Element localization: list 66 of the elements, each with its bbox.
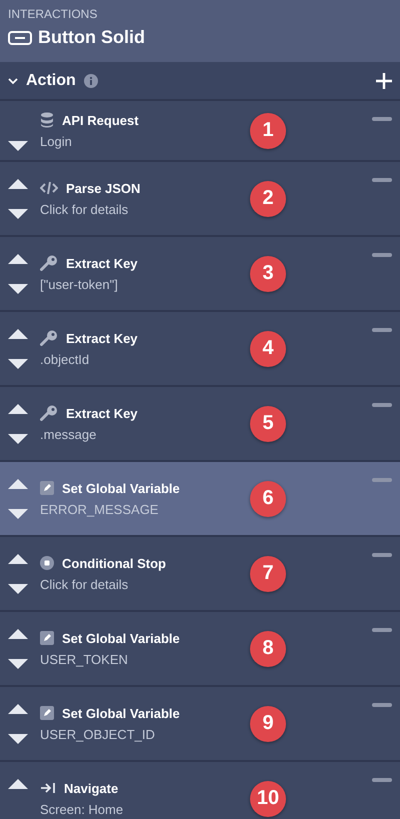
info-icon[interactable]	[84, 74, 98, 88]
move-down-arrow[interactable]	[8, 658, 28, 668]
move-up-arrow[interactable]	[8, 778, 28, 788]
move-up-arrow[interactable]	[8, 328, 28, 338]
navigate-icon	[40, 782, 56, 794]
button-component-icon	[8, 30, 32, 44]
section-label: INTERACTIONS	[8, 7, 98, 21]
add-button[interactable]	[376, 72, 392, 88]
move-down-arrow[interactable]	[8, 208, 28, 218]
action-detail: USER_TOKEN	[40, 652, 129, 666]
move-down-arrow[interactable]	[8, 734, 28, 744]
key-icon	[40, 405, 58, 421]
action-title: Navigate	[64, 780, 118, 796]
component-title: Button Solid	[38, 27, 145, 48]
move-up-arrow[interactable]	[8, 704, 28, 714]
move-up-arrow[interactable]	[8, 478, 28, 488]
code-icon	[40, 181, 58, 195]
action-title: Conditional Stop	[62, 556, 166, 570]
move-up-arrow[interactable]	[8, 554, 28, 564]
action-detail: ERROR_MESSAGE	[40, 502, 160, 516]
pencil-icon	[40, 631, 54, 645]
step-number: 10	[250, 780, 286, 816]
chevron-icon[interactable]	[8, 76, 18, 84]
move-up-arrow[interactable]	[8, 404, 28, 414]
action-title: Extract Key	[66, 256, 138, 270]
step-number: 3	[250, 256, 286, 292]
step-number: 5	[250, 406, 286, 442]
move-up-arrow[interactable]	[8, 628, 28, 638]
action-detail: Click for details	[40, 202, 130, 216]
move-down-arrow[interactable]	[8, 508, 28, 518]
action-title: Parse JSON	[66, 180, 140, 196]
move-up-arrow[interactable]	[8, 254, 28, 264]
database-icon	[40, 112, 54, 128]
action-title: API Request	[62, 112, 139, 128]
action-detail: .message	[40, 427, 98, 442]
action-title: Set Global Variable	[62, 706, 180, 720]
key-icon	[40, 330, 58, 346]
action-detail: .objectId	[40, 352, 90, 367]
move-down-arrow[interactable]	[8, 284, 28, 294]
action-label: Action	[26, 72, 76, 90]
step-number: 2	[250, 180, 286, 216]
move-down-arrow[interactable]	[8, 584, 28, 594]
action-title: Set Global Variable	[62, 480, 180, 496]
move-down-arrow[interactable]	[8, 434, 28, 444]
step-number: 7	[250, 556, 286, 592]
action-title: Extract Key	[66, 406, 138, 420]
action-title: Set Global Variable	[62, 630, 180, 646]
step-number: 4	[250, 330, 286, 366]
pencil-icon	[40, 706, 54, 720]
pencil-icon	[40, 481, 54, 495]
step-number: 1	[250, 112, 286, 148]
action-detail: Screen: Home	[40, 802, 124, 816]
move-up-arrow[interactable]	[8, 178, 28, 188]
step-number: 8	[250, 630, 286, 666]
step-number: 6	[250, 480, 286, 516]
move-down-arrow[interactable]	[8, 358, 28, 368]
action-detail: Click for details	[40, 576, 130, 592]
action-row[interactable]: Set Global Variable ERROR_MESSAGE 6	[0, 462, 400, 537]
key-icon	[40, 255, 58, 271]
step-number: 9	[250, 706, 286, 742]
stop-icon	[40, 556, 54, 570]
action-detail: Login	[40, 134, 73, 149]
action-detail: ["user-token"]	[40, 277, 119, 292]
move-down-arrow[interactable]	[8, 140, 28, 150]
action-detail: USER_OBJECT_ID	[40, 726, 156, 742]
action-title: Extract Key	[66, 330, 138, 346]
